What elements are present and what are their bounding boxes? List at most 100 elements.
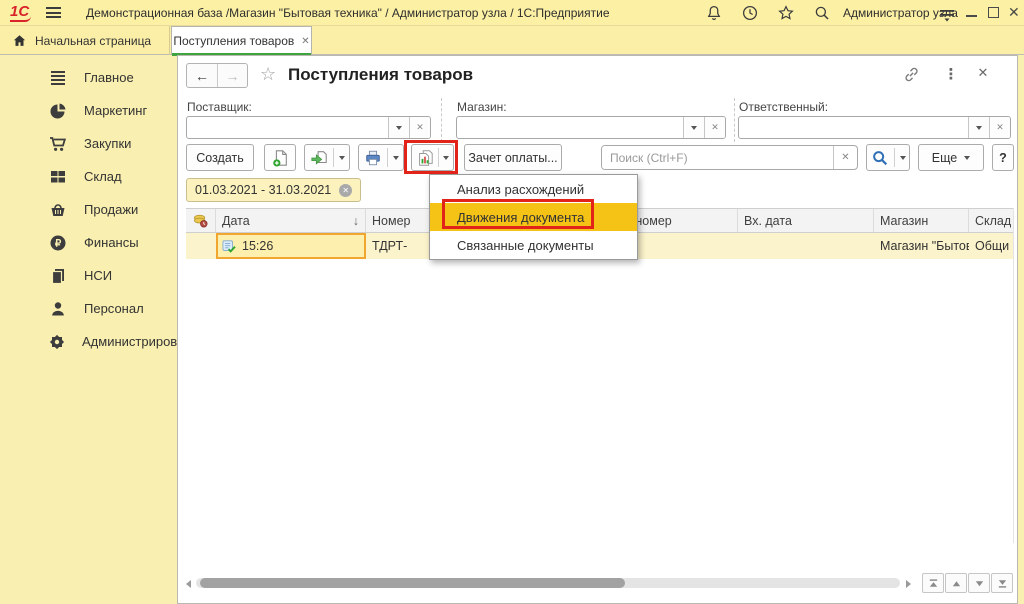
column-header-warehouse[interactable]: Склад — [969, 209, 1013, 232]
period-remove-icon[interactable]: ✕ — [339, 184, 352, 197]
printer-icon — [364, 149, 382, 167]
ruble-circle-icon: ₽ — [48, 234, 68, 252]
column-header-date[interactable]: Дата ↓ — [216, 209, 366, 232]
more-button[interactable]: Еще — [918, 144, 984, 171]
tab-receipts[interactable]: Поступления товаров ✕ — [171, 26, 312, 55]
new-document-icon — [271, 149, 289, 167]
get-link-icon[interactable] — [901, 65, 921, 85]
sidebar-item-marketing[interactable]: Маркетинг — [0, 94, 170, 127]
column-header-in-date[interactable]: Вх. дата — [738, 209, 874, 232]
main-menu-icon[interactable] — [46, 7, 61, 21]
go-next-button[interactable] — [968, 573, 990, 593]
go-first-icon — [928, 578, 939, 589]
create-based-on-button[interactable] — [304, 144, 350, 171]
filter-separator — [734, 98, 735, 142]
sidebar-item-personnel[interactable]: Персонал — [0, 292, 170, 325]
supplier-filter-input[interactable] — [187, 117, 388, 138]
horizontal-scrollbar-thumb[interactable] — [200, 578, 625, 588]
sidebar-item-warehouse[interactable]: Склад — [0, 160, 170, 193]
payment-offset-button[interactable]: Зачет оплаты... — [464, 144, 562, 171]
horizontal-scrollbar[interactable] — [196, 578, 900, 588]
person-icon — [48, 300, 68, 318]
svg-text:₽: ₽ — [55, 238, 62, 249]
reference-books-icon — [48, 267, 68, 285]
scroll-left-arrow[interactable] — [186, 580, 191, 588]
row-in-date-cell[interactable] — [738, 233, 874, 259]
sidebar-item-nsi[interactable]: НСИ — [0, 259, 170, 292]
payment-status-column[interactable] — [186, 209, 216, 232]
responsible-filter-combo: ✕ — [738, 116, 1011, 139]
reports-button[interactable] — [411, 144, 454, 171]
maximize-button[interactable] — [988, 7, 999, 18]
tab-home[interactable]: Начальная страница — [0, 26, 170, 55]
tab-home-label: Начальная страница — [35, 34, 151, 48]
go-previous-button[interactable] — [945, 573, 967, 593]
menu-item-discrepancy-analysis[interactable]: Анализ расхождений — [430, 175, 637, 203]
help-button[interactable]: ? — [992, 144, 1014, 171]
responsible-filter-input[interactable] — [739, 117, 968, 138]
sidebar-item-main[interactable]: Главное — [0, 61, 170, 94]
search-clear-icon[interactable]: ✕ — [833, 146, 857, 169]
tab-close-icon[interactable]: ✕ — [301, 36, 309, 47]
period-filter-label: 01.03.2021 - 31.03.2021 — [195, 183, 331, 197]
table-right-edge — [1013, 208, 1014, 543]
search-input[interactable] — [602, 146, 833, 169]
menu-item-document-movements[interactable]: Движения документа — [430, 203, 637, 231]
create-based-on-dropdown[interactable] — [339, 156, 345, 160]
panel-close-icon[interactable]: ✕ — [973, 65, 993, 85]
history-icon[interactable] — [741, 4, 759, 22]
add-favorite-star-icon[interactable]: ☆ — [260, 64, 276, 85]
go-last-icon — [997, 578, 1008, 589]
reports-dropdown[interactable] — [443, 156, 449, 160]
supplier-filter-label: Поставщик: — [187, 100, 252, 114]
print-button[interactable] — [358, 144, 404, 171]
cart-icon — [48, 135, 68, 153]
supplier-dropdown-arrow[interactable] — [388, 117, 409, 138]
favorites-star-icon[interactable] — [777, 4, 795, 22]
responsible-dropdown-arrow[interactable] — [968, 117, 989, 138]
posted-document-icon — [222, 240, 236, 253]
sidebar-item-sales[interactable]: Продажи — [0, 193, 170, 226]
sidebar-item-finance[interactable]: ₽ Финансы — [0, 226, 170, 259]
store-filter-input[interactable] — [457, 117, 683, 138]
minimize-button[interactable] — [966, 15, 977, 17]
period-filter-chip[interactable]: 01.03.2021 - 31.03.2021 ✕ — [186, 178, 361, 202]
sidebar-item-purchases[interactable]: Закупки — [0, 127, 170, 160]
more-kebab-icon[interactable]: ⋮ — [941, 65, 961, 85]
store-clear-icon[interactable]: ✕ — [704, 117, 725, 138]
global-search-icon[interactable] — [813, 4, 831, 22]
row-warehouse-cell[interactable]: Общи — [969, 233, 1013, 259]
service-menu-icon[interactable] — [938, 6, 956, 24]
search-dropdown[interactable] — [900, 156, 906, 160]
row-payment-status-cell — [186, 233, 216, 259]
responsible-clear-icon[interactable]: ✕ — [989, 117, 1010, 138]
search-button[interactable] — [866, 144, 910, 171]
scroll-right-arrow[interactable] — [906, 580, 911, 588]
pie-chart-icon — [48, 102, 68, 120]
go-first-button[interactable] — [922, 573, 944, 593]
sidebar-item-administration[interactable]: Администрирование — [0, 325, 170, 358]
tab-receipts-label: Поступления товаров — [173, 34, 294, 48]
row-date-cell[interactable]: 15:26 — [216, 233, 366, 259]
list-form-panel: ← → ☆ Поступления товаров ⋮ ✕ Поставщик:… — [177, 55, 1018, 604]
menu-lines-icon — [48, 69, 68, 87]
column-header-store[interactable]: Магазин — [874, 209, 969, 232]
row-store-cell[interactable]: Магазин "Бытова… — [874, 233, 969, 259]
notifications-bell-icon[interactable] — [705, 4, 723, 22]
arrow-down-icon — [974, 578, 985, 589]
forward-button[interactable]: → — [217, 64, 247, 87]
filter-separator — [441, 98, 442, 142]
menu-item-related-documents[interactable]: Связанные документы — [430, 231, 637, 259]
print-dropdown[interactable] — [393, 156, 399, 160]
back-button[interactable]: ← — [187, 64, 217, 87]
search-magnifier-icon — [871, 149, 889, 167]
pallet-blocks-icon — [48, 168, 68, 186]
go-last-button[interactable] — [991, 573, 1013, 593]
supplier-clear-icon[interactable]: ✕ — [409, 117, 430, 138]
create-based-on-icon — [310, 149, 328, 167]
app-window: 1С Демонстрационная база /Магазин "Бытов… — [0, 0, 1024, 604]
store-dropdown-arrow[interactable] — [683, 117, 704, 138]
create-button[interactable]: Создать — [186, 144, 254, 171]
create-new-document-button[interactable] — [264, 144, 296, 171]
window-close-button[interactable]: ✕ — [1008, 4, 1020, 21]
